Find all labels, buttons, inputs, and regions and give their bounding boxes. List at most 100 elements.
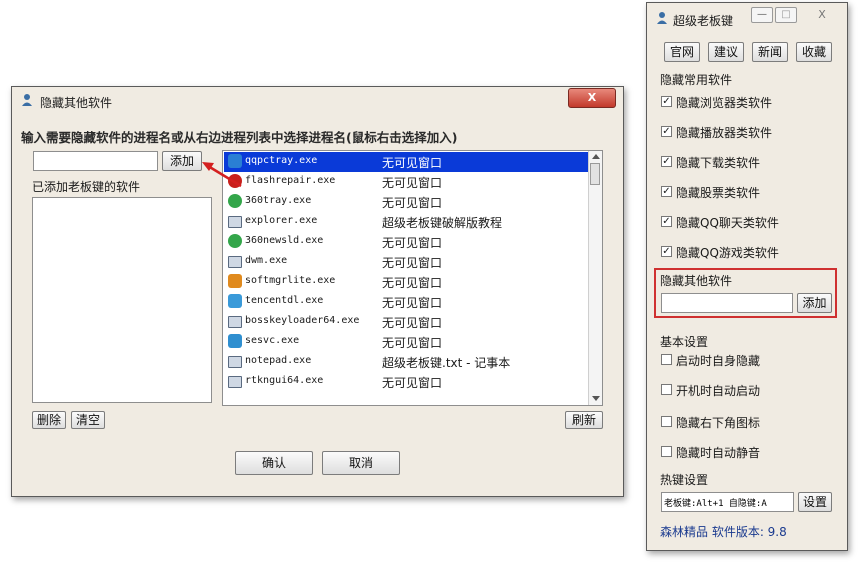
- process-row[interactable]: explorer.exe 超级老板键破解版教程: [224, 212, 588, 232]
- person-icon: [20, 93, 34, 107]
- checkbox-box[interactable]: [661, 416, 672, 427]
- scroll-down-icon[interactable]: [592, 396, 600, 401]
- checkbox-box[interactable]: ✓: [661, 126, 672, 137]
- dialog-instruction: 输入需要隐藏软件的进程名或从右边进程列表中选择进程名(鼠标右击选择加入): [21, 130, 458, 145]
- process-row[interactable]: 360tray.exe 无可见窗口: [224, 192, 588, 212]
- process-row[interactable]: softmgrlite.exe 无可见窗口: [224, 272, 588, 292]
- checkbox-box[interactable]: [661, 446, 672, 457]
- main-title: 超级老板键: [673, 14, 734, 28]
- process-row[interactable]: sesvc.exe 无可见窗口: [224, 332, 588, 352]
- process-name: 360newsld.exe: [245, 235, 324, 246]
- close-icon: X: [818, 8, 826, 21]
- added-list-label: 已添加老板键的软件: [32, 180, 141, 194]
- scroll-thumb[interactable]: [590, 163, 600, 185]
- hide-common-label: 隐藏常用软件: [660, 73, 733, 87]
- checkbox-label: 隐藏右下角图标: [676, 416, 761, 430]
- window-icon: [228, 356, 242, 368]
- hide-other-label: 隐藏其他软件: [660, 274, 733, 288]
- process-name: flashrepair.exe: [245, 175, 336, 186]
- process-window-title: 无可见窗口: [382, 156, 443, 170]
- suggest-button[interactable]: 建议: [708, 42, 744, 62]
- checkbox-box[interactable]: ✓: [661, 96, 672, 107]
- process-window-title: 无可见窗口: [382, 196, 443, 210]
- dialog-title: 隐藏其他软件: [40, 96, 113, 110]
- dialog-titlebar[interactable]: 隐藏其他软件 X: [12, 87, 623, 113]
- process-name: notepad.exe: [245, 355, 312, 366]
- puzzle-icon: [228, 274, 242, 288]
- person-icon: [655, 11, 669, 25]
- check-mark-icon: ✓: [662, 96, 671, 107]
- checkbox-box[interactable]: ✓: [661, 156, 672, 167]
- process-name: 360tray.exe: [245, 195, 312, 206]
- add-process-button[interactable]: 添加: [162, 151, 202, 171]
- delete-button[interactable]: 删除: [32, 411, 66, 429]
- maximize-button[interactable]: □: [775, 7, 797, 23]
- process-window-title: 无可见窗口: [382, 316, 443, 330]
- news-button[interactable]: 新闻: [752, 42, 788, 62]
- process-name: sesvc.exe: [245, 335, 300, 346]
- check-mark-icon: ✓: [662, 186, 671, 197]
- process-row[interactable]: flashrepair.exe 无可见窗口: [224, 172, 588, 192]
- check-mark-icon: ✓: [662, 126, 671, 137]
- scroll-up-icon[interactable]: [592, 154, 600, 159]
- check-mark-icon: ✓: [662, 156, 671, 167]
- process-window-title: 超级老板键破解版教程: [382, 216, 503, 230]
- process-window-title: 无可见窗口: [382, 176, 443, 190]
- process-row[interactable]: notepad.exe 超级老板键.txt - 记事本: [224, 352, 588, 372]
- minimize-button[interactable]: —: [751, 7, 773, 23]
- hotkey-set-button[interactable]: 设置: [798, 492, 832, 512]
- process-name: dwm.exe: [245, 255, 288, 266]
- process-row[interactable]: rtkngui64.exe 无可见窗口: [224, 372, 588, 392]
- download-icon: [228, 294, 242, 308]
- checkbox-box[interactable]: ✓: [661, 216, 672, 227]
- checkbox-box[interactable]: ✓: [661, 246, 672, 257]
- checkbox-box[interactable]: [661, 354, 672, 365]
- basic-settings-label: 基本设置: [660, 335, 709, 349]
- process-row[interactable]: 360newsld.exe 无可见窗口: [224, 232, 588, 252]
- process-name-input[interactable]: [33, 151, 158, 171]
- favorite-button[interactable]: 收藏: [796, 42, 832, 62]
- process-window-title: 无可见窗口: [382, 296, 443, 310]
- hide-other-input[interactable]: [661, 293, 793, 313]
- minimize-icon: —: [757, 9, 767, 20]
- checkbox-label: 开机时自动启动: [676, 384, 761, 398]
- website-button[interactable]: 官网: [664, 42, 700, 62]
- checkbox-label: 隐藏播放器类软件: [676, 126, 773, 140]
- added-software-list[interactable]: [32, 197, 212, 403]
- process-window-title: 无可见窗口: [382, 256, 443, 270]
- process-name: bosskeyloader64.exe: [245, 315, 360, 326]
- process-list-scrollbar[interactable]: [588, 151, 602, 405]
- main-close-button[interactable]: X: [809, 7, 835, 23]
- clear-button[interactable]: 清空: [71, 411, 105, 429]
- hide-other-add-button[interactable]: 添加: [797, 293, 832, 313]
- process-name: explorer.exe: [245, 215, 318, 226]
- checkbox-label: 隐藏浏览器类软件: [676, 96, 773, 110]
- process-row[interactable]: tencentdl.exe 无可见窗口: [224, 292, 588, 312]
- version-footer: 森林精品 软件版本: 9.8: [660, 525, 787, 539]
- process-row[interactable]: bosskeyloader64.exe 无可见窗口: [224, 312, 588, 332]
- checkbox-label: 隐藏QQ游戏类软件: [676, 246, 779, 260]
- dialog-close-button[interactable]: X: [568, 88, 616, 108]
- check-mark-icon: ✓: [662, 216, 671, 227]
- hide-other-dialog: 隐藏其他软件 X 输入需要隐藏软件的进程名或从右边进程列表中选择进程名(鼠标右击…: [11, 86, 624, 497]
- cancel-button[interactable]: 取消: [322, 451, 400, 475]
- checkbox-box[interactable]: ✓: [661, 186, 672, 197]
- process-window-title: 无可见窗口: [382, 276, 443, 290]
- hotkey-input[interactable]: [661, 492, 794, 512]
- checkbox-box[interactable]: [661, 384, 672, 395]
- process-row[interactable]: qqpctray.exe 无可见窗口: [224, 152, 588, 172]
- process-name: tencentdl.exe: [245, 295, 324, 306]
- checkbox-label: 隐藏股票类软件: [676, 186, 761, 200]
- process-row[interactable]: dwm.exe 无可见窗口: [224, 252, 588, 272]
- window-icon: [228, 256, 242, 268]
- 360-icon: [228, 194, 242, 208]
- check-mark-icon: ✓: [662, 246, 671, 257]
- close-icon: X: [587, 91, 597, 104]
- refresh-button[interactable]: 刷新: [565, 411, 603, 429]
- main-titlebar[interactable]: 超级老板键 — □ X: [647, 3, 847, 29]
- ok-button[interactable]: 确认: [235, 451, 313, 475]
- checkbox-label: 隐藏下载类软件: [676, 156, 761, 170]
- hotkey-label: 热键设置: [660, 473, 709, 487]
- process-list[interactable]: qqpctray.exe 无可见窗口 flashrepair.exe 无可见窗口 360…: [222, 150, 603, 406]
- process-window-title: 无可见窗口: [382, 336, 443, 350]
